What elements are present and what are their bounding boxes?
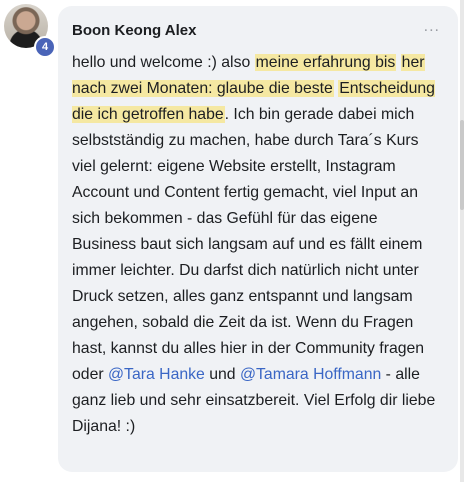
- comment-text-1: hello und welcome :) also: [72, 54, 255, 71]
- avatar-container[interactable]: 4: [4, 4, 56, 58]
- comment-body: hello und welcome :) also meine erfahrun…: [72, 50, 446, 440]
- author-name[interactable]: Boon Keong Alex: [72, 22, 196, 39]
- mention-tamara-hoffmann[interactable]: @Tamara Hoffmann: [240, 366, 381, 383]
- scrollbar-thumb[interactable]: [460, 120, 464, 210]
- scrollbar[interactable]: [460, 0, 464, 482]
- comment-text-3: und: [204, 366, 240, 383]
- more-options-icon[interactable]: ...: [424, 18, 440, 36]
- level-badge: 4: [34, 36, 56, 58]
- comment-text-2: . Ich bin gerade dabei mich selbstständi…: [72, 106, 425, 383]
- highlight-1: meine erfahrung bis: [254, 54, 397, 71]
- mention-tara-hanke[interactable]: @Tara Hanke: [108, 366, 205, 383]
- comment-card: Boon Keong Alex ... hello und welcome :)…: [58, 6, 458, 472]
